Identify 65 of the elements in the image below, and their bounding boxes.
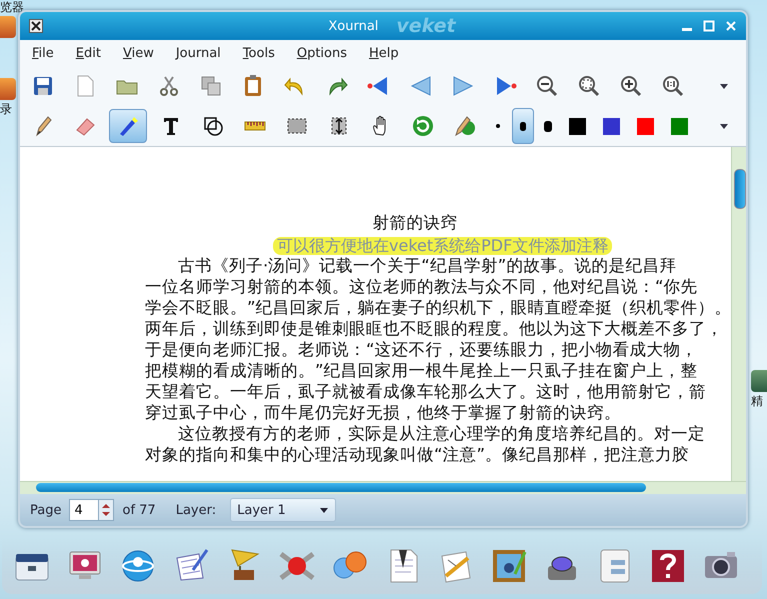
text-line: 穿过虱子中心，而牛尾仍完好无损，他终于掌握了射箭的诀窍。 bbox=[145, 402, 621, 423]
desktop-icon-label[interactable]: 精 bbox=[751, 394, 763, 408]
text-line: 一位名师学习射箭的本领。这位老师的教法与众不同，他对纪昌说：“你先 bbox=[145, 276, 698, 297]
close-button[interactable] bbox=[724, 19, 738, 33]
text-line: 天望着它。一年后，虱子就被看成像车轮那么大了。这时，他用箭射它，箭 bbox=[145, 381, 706, 402]
scrollbar-thumb[interactable] bbox=[734, 169, 746, 209]
desktop-icon-label[interactable]: 录 bbox=[0, 102, 12, 116]
pen-refresh-icon bbox=[453, 114, 477, 138]
maximize-icon bbox=[703, 20, 715, 32]
overflow-arrow-icon[interactable] bbox=[718, 81, 730, 91]
desktop-icon[interactable] bbox=[751, 370, 767, 392]
heading: 射箭的诀窍 bbox=[372, 212, 458, 234]
page-number-field[interactable]: 4 bbox=[69, 499, 100, 521]
menu-item[interactable]: Tools bbox=[236, 44, 281, 62]
overflow-arrow-icon[interactable] bbox=[718, 121, 730, 131]
previous-page-icon[interactable] bbox=[409, 74, 433, 98]
line-width-icon bbox=[544, 120, 552, 132]
menu-item[interactable]: View bbox=[116, 44, 160, 62]
caret-icon bbox=[319, 506, 330, 514]
save-icon[interactable] bbox=[31, 74, 55, 98]
minimize-icon bbox=[682, 28, 692, 31]
desktop-icon-label[interactable]: 览器 bbox=[0, 0, 24, 14]
layer-label: Layer: bbox=[176, 502, 216, 518]
medium-thickness-button[interactable] bbox=[512, 108, 534, 144]
text-line: 两年后，训练到即使是锥刺眼眶也不眨眼的程度。他以为这下大概差不多了， bbox=[145, 318, 723, 339]
close-icon bbox=[725, 20, 737, 32]
menu-item[interactable]: Journal bbox=[170, 44, 227, 62]
color-swatch-button[interactable] bbox=[671, 118, 688, 134]
highlighted-annotation: 可以很方便地在veket系统给PDF文件添加注释 bbox=[273, 237, 612, 255]
spin-button[interactable] bbox=[99, 499, 114, 521]
line-width-icon bbox=[520, 122, 526, 130]
app-icon[interactable] bbox=[28, 18, 44, 34]
scrollbar-thumb[interactable] bbox=[36, 483, 646, 492]
text-line: 于是便向老师汇报。老师说：“这还不行，还要练眼力，把小物看成大物， bbox=[145, 339, 698, 360]
cut-icon[interactable] bbox=[157, 74, 181, 98]
layer-dropdown[interactable]: Layer 1 bbox=[230, 498, 336, 522]
text-line: 把模糊的看成清晰的。”纪昌回家用一根牛尾拴上一只虱子挂在窗户上，整 bbox=[145, 360, 698, 381]
zoom-actual-size-icon[interactable] bbox=[661, 74, 685, 98]
zoom-fit-icon[interactable] bbox=[577, 74, 601, 98]
next-page-icon[interactable] bbox=[451, 74, 475, 98]
menu-item[interactable]: Help bbox=[363, 44, 405, 62]
zoom-out-icon[interactable] bbox=[535, 74, 559, 98]
color-swatch-button[interactable] bbox=[637, 118, 654, 134]
horizontal-scrollbar[interactable] bbox=[20, 481, 746, 494]
menu-item[interactable]: File bbox=[26, 44, 60, 62]
page-label: Page bbox=[30, 502, 62, 518]
highlighter-tool-button[interactable] bbox=[109, 109, 147, 143]
window-title: Xournal bbox=[328, 18, 378, 34]
refresh-icon bbox=[411, 114, 435, 138]
page-count: of 77 bbox=[122, 502, 156, 518]
zoom-in-icon[interactable] bbox=[619, 74, 643, 98]
line-width-icon bbox=[496, 124, 500, 128]
vertical-scrollbar[interactable] bbox=[731, 147, 746, 481]
menu-item[interactable]: Edit bbox=[70, 44, 107, 62]
menu-item[interactable]: Options bbox=[290, 44, 354, 62]
color-swatch-button[interactable] bbox=[569, 118, 586, 134]
color-swatch-button[interactable] bbox=[603, 118, 620, 134]
text-line: 这位教授有方的老师，实际是从注意心理学的角度培养纪昌的。对一定 bbox=[178, 423, 705, 444]
spin-arrows-icon bbox=[101, 503, 112, 517]
maximize-button[interactable] bbox=[702, 19, 716, 33]
text-line: 古书《列子·汤问》记载一个关于“纪昌学射”的故事。说的是纪昌拜 bbox=[178, 255, 676, 276]
copy-icon[interactable] bbox=[199, 74, 223, 98]
text-line: 对象的指向和集中的心理活动现象叫做“注意”。像纪昌那样，把注意力胶 bbox=[145, 444, 690, 465]
brand-logo-text: veket bbox=[396, 15, 456, 37]
text-line: 学会不眨眼。”纪昌回家后，躺在妻子的织机下，眼睛直瞪牵挺（织机零件）。 bbox=[145, 297, 731, 318]
